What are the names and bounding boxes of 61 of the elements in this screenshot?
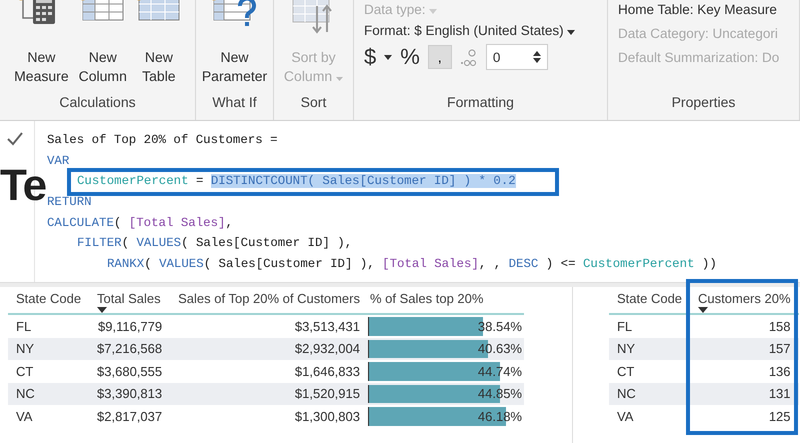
column-header[interactable]: Total Sales	[89, 287, 170, 314]
table-cell: $1,646,833	[294, 364, 360, 379]
code-line: FILTER( VALUES( Sales[Customer ID] ),	[77, 236, 352, 250]
table-cell: $1,300,803	[294, 408, 360, 424]
table-cell: 131	[768, 386, 791, 402]
spinner-icon[interactable]	[532, 51, 541, 63]
table-cell: $3,680,555	[97, 364, 162, 379]
table-cell: $1,520,915	[294, 386, 360, 402]
table-cell: NC	[616, 386, 636, 402]
ribbon-button[interactable]: New Measure	[12, 0, 71, 94]
ribbon-button[interactable]: New Column	[76, 0, 129, 94]
table-cell: FL	[16, 318, 32, 334]
group-label: Sort	[300, 94, 328, 112]
column-header[interactable]: Customers 20%	[690, 287, 799, 314]
check-icon	[6, 130, 24, 146]
column-header[interactable]: State Code	[8, 287, 90, 314]
table-cell: 157	[768, 341, 791, 356]
code-line: Sales of Top 20% of Customers =	[47, 133, 278, 147]
code-line: CALCULATE( [Total Sales],	[47, 216, 233, 230]
code-line: RANKX( VALUES( Sales[Customer ID] ), [Total Sales], , DESC ) <= CustomerPercent ))	[107, 257, 717, 272]
table-cell: $9,116,779	[98, 318, 162, 334]
page-title: Te	[0, 161, 46, 211]
table-cell: VA	[616, 408, 634, 424]
group-label: Properties	[670, 94, 736, 112]
table-cell: 136	[768, 364, 791, 379]
group-label: Calculations	[58, 94, 137, 112]
column-header[interactable]: % of Sales top 20%	[368, 287, 524, 314]
comma-button[interactable]: ,	[428, 45, 452, 69]
table-cell: 158	[768, 318, 791, 334]
table-cell: $3,390,813	[97, 386, 162, 402]
currency-button[interactable]: $	[364, 44, 376, 70]
table-cell: VA	[16, 408, 32, 424]
group-label: Formatting	[446, 94, 515, 112]
ribbon-button[interactable]: New Parameter	[200, 0, 270, 94]
caret-icon[interactable]	[567, 30, 576, 35]
table-cell: $3,513,431	[294, 318, 360, 334]
code-line: CustomerPercent = DISTINCTCOUNT( Sales[Customer ID] ) * 0.2	[77, 174, 516, 188]
table-cell: 125	[768, 408, 791, 424]
table-cell: $2,817,037	[97, 408, 162, 424]
column-header[interactable]: State Code	[608, 287, 690, 314]
property-label: Data Category: Uncategori	[618, 26, 779, 41]
table-cell: $2,932,004	[294, 341, 360, 356]
decimal-icon[interactable]	[460, 48, 478, 66]
table-cell: NY	[16, 341, 34, 356]
table-cell: CT	[616, 364, 634, 379]
code-line: RETURN	[47, 195, 92, 210]
property-label: Home Table: Key Measure	[618, 2, 778, 17]
ribbon-button[interactable]: New Table	[134, 0, 183, 94]
column-header[interactable]: Sales of Top 20% of Customers	[170, 287, 368, 314]
format-dropdown[interactable]: Format: $ English (United States)	[364, 23, 576, 38]
decimal-places-field[interactable]: 0	[486, 44, 548, 70]
property-label: Default Summarization: Do	[618, 50, 780, 65]
group-label: What If	[211, 94, 258, 112]
table-cell: CT	[16, 364, 34, 379]
code-line: VAR	[47, 154, 70, 168]
caret-icon[interactable]	[384, 54, 392, 60]
table-cell: $7,216,568	[97, 341, 162, 356]
table-cell: FL	[616, 318, 632, 334]
percent-button[interactable]: %	[400, 44, 420, 70]
table-cell: NY	[616, 341, 636, 356]
table-cell: NC	[16, 386, 35, 402]
